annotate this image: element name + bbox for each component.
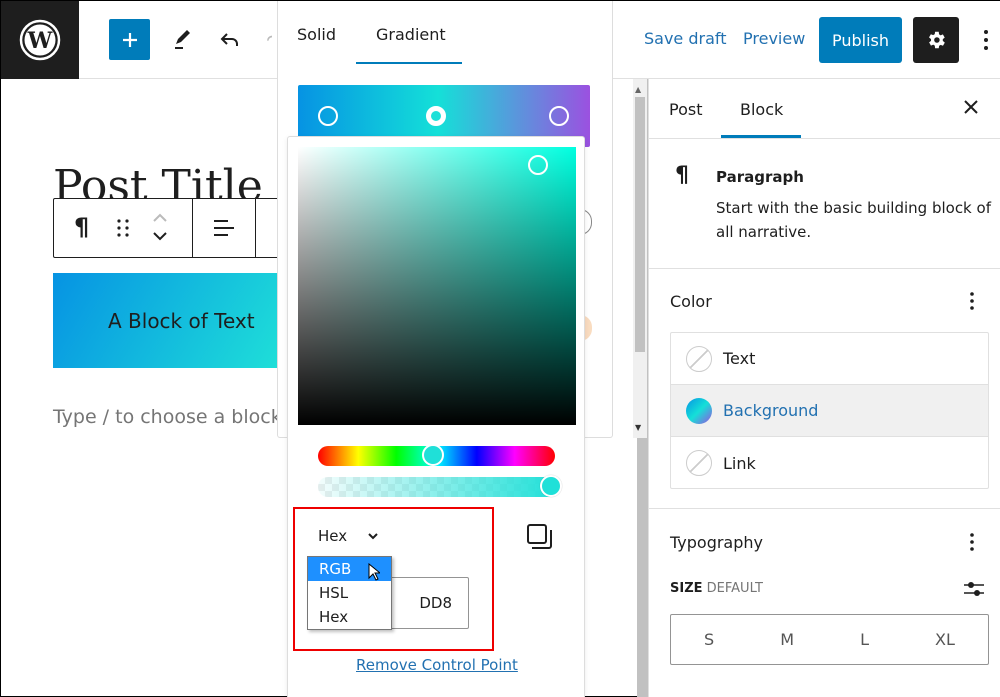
undo-icon xyxy=(220,33,238,46)
save-draft-button[interactable]: Save draft xyxy=(644,29,727,48)
color-panel-options-icon[interactable] xyxy=(970,292,974,310)
close-sidebar-button[interactable] xyxy=(963,99,979,119)
tab-gradient[interactable]: Gradient xyxy=(376,25,446,44)
move-up-down-buttons[interactable] xyxy=(151,211,169,249)
gradient-control-point-selected[interactable] xyxy=(426,106,446,126)
close-icon xyxy=(964,100,978,114)
hue-handle[interactable] xyxy=(422,444,444,466)
font-size-toggle-group: S M L XL xyxy=(670,614,989,665)
active-tab-indicator xyxy=(356,62,462,64)
block-text: A Block of Text xyxy=(108,308,255,333)
move-up-down-icon xyxy=(153,213,167,241)
hue-slider[interactable] xyxy=(318,444,555,466)
paragraph-icon[interactable]: ¶ xyxy=(74,213,89,241)
block-description: Start with the basic building block of a… xyxy=(716,199,991,241)
tab-solid[interactable]: Solid xyxy=(297,25,336,44)
color-item-background[interactable]: Background xyxy=(671,385,988,437)
add-block-button[interactable] xyxy=(109,19,150,60)
alpha-slider[interactable] xyxy=(318,475,562,497)
align-button[interactable] xyxy=(212,217,234,243)
sidebar-tabs: Post Block xyxy=(649,79,1000,139)
pencil-icon xyxy=(175,30,190,49)
font-size-label: SIZE DEFAULT xyxy=(670,581,763,596)
annotation-highlight-box xyxy=(293,507,494,651)
alpha-handle[interactable] xyxy=(540,475,562,497)
scrollbar-thumb[interactable] xyxy=(635,97,645,352)
settings-button[interactable] xyxy=(913,17,959,63)
options-button[interactable] xyxy=(983,29,989,55)
block-placeholder[interactable]: Type / to choose a block xyxy=(53,406,282,428)
size-option-xl[interactable]: XL xyxy=(935,630,955,649)
tab-post[interactable]: Post xyxy=(669,100,702,119)
active-tab-indicator xyxy=(721,135,801,138)
size-option-s[interactable]: S xyxy=(704,630,714,649)
no-color-swatch-icon xyxy=(686,345,712,372)
block-toolbar: ¶ xyxy=(53,198,283,258)
block-card: ¶ Paragraph Start with the basic buildin… xyxy=(649,139,1000,269)
paragraph-block[interactable]: A Block of Text xyxy=(53,273,283,368)
color-item-label: Background xyxy=(723,401,819,420)
size-value: DEFAULT xyxy=(706,581,763,596)
saturation-handle[interactable] xyxy=(528,155,548,175)
typography-panel-title: Typography xyxy=(670,533,763,552)
size-option-m[interactable]: M xyxy=(780,630,794,649)
gradient-swatch-icon xyxy=(686,397,712,424)
redo-button[interactable] xyxy=(257,21,277,57)
more-vertical-icon xyxy=(984,30,988,50)
gradient-control-point[interactable] xyxy=(549,106,569,126)
size-option-l[interactable]: L xyxy=(860,630,869,649)
color-item-text[interactable]: Text xyxy=(671,333,988,385)
paragraph-block-icon: ¶ xyxy=(675,163,689,188)
panel-divider xyxy=(649,508,1000,509)
scroll-up-arrow-icon[interactable]: ▲ xyxy=(635,85,641,94)
custom-size-toggle-icon[interactable] xyxy=(963,580,985,598)
no-color-swatch-icon xyxy=(686,450,712,476)
block-name: Paragraph xyxy=(716,168,804,186)
saturation-area[interactable] xyxy=(298,147,576,425)
copy-button[interactable] xyxy=(526,523,554,555)
color-panel-title: Color xyxy=(670,292,712,311)
drag-handle-icon xyxy=(117,219,129,237)
tools-button[interactable] xyxy=(164,21,200,57)
wordpress-icon: W xyxy=(19,19,61,61)
gear-icon xyxy=(929,31,945,49)
copy-icon xyxy=(527,524,552,549)
color-item-label: Link xyxy=(723,453,756,473)
drag-handle[interactable] xyxy=(116,218,130,242)
plus-icon xyxy=(122,32,137,47)
color-item-label: Text xyxy=(723,349,756,368)
svg-text:W: W xyxy=(27,28,53,54)
publish-button[interactable]: Publish xyxy=(819,17,902,63)
gradient-control-point[interactable] xyxy=(318,106,338,126)
settings-sidebar: Post Block ¶ Paragraph Start with the ba… xyxy=(648,79,1000,697)
wordpress-logo[interactable]: W xyxy=(1,1,79,79)
size-label: SIZE xyxy=(670,581,703,596)
align-left-icon xyxy=(214,220,234,236)
undo-button[interactable] xyxy=(212,21,248,57)
color-item-link[interactable]: Link xyxy=(671,437,988,489)
preview-button[interactable]: Preview xyxy=(743,29,805,48)
popover-scrollbar[interactable]: ▲ ▼ xyxy=(633,79,647,438)
redo-icon xyxy=(267,35,273,41)
tab-block[interactable]: Block xyxy=(740,100,783,119)
typography-panel-options-icon[interactable] xyxy=(970,533,974,551)
color-settings-list: Text Background Link xyxy=(670,332,989,489)
remove-control-point-link[interactable]: Remove Control Point xyxy=(356,656,518,674)
scroll-down-arrow-icon[interactable]: ▼ xyxy=(635,423,641,432)
